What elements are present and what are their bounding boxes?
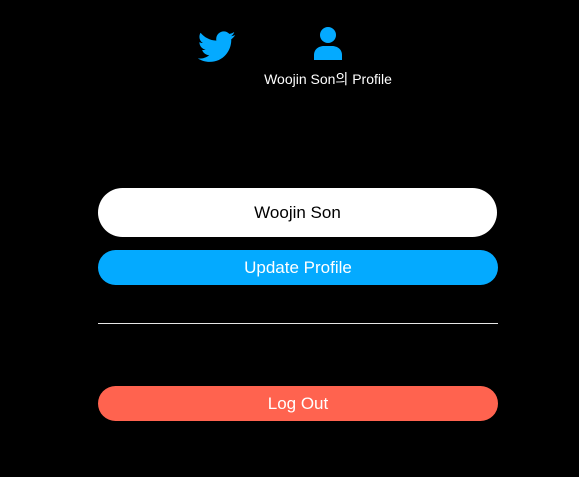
divider [98,323,498,324]
top-nav: Woojin Son의 Profile [0,0,579,100]
profile-label: Woojin Son의 Profile [264,71,392,87]
user-icon [314,27,342,60]
display-name-input[interactable] [98,188,497,237]
profile-page: Woojin Son의 Profile Update Profile Log O… [0,0,579,477]
update-profile-button[interactable]: Update Profile [98,250,498,285]
profile-form: Update Profile [98,188,498,285]
home-link[interactable] [197,30,236,64]
twitter-bird-icon [197,31,236,62]
log-out-button[interactable]: Log Out [98,386,498,421]
profile-link[interactable]: Woojin Son의 Profile [248,26,408,92]
